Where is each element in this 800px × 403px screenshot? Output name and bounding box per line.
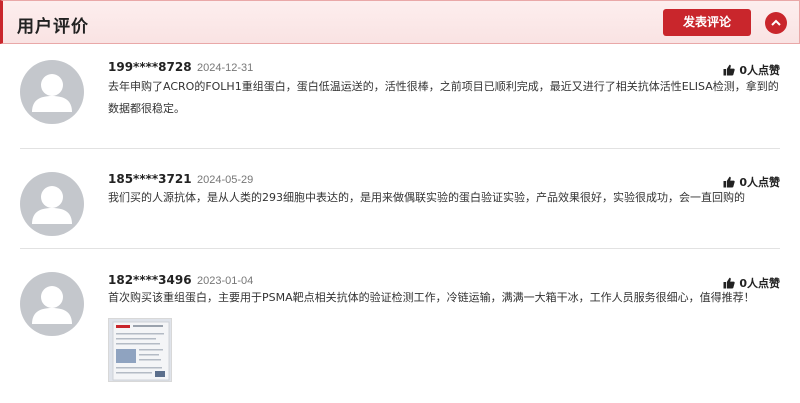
review-item: 182****3496 2023-01-04 0人点赞 首次购买该重组蛋白，主要…	[20, 249, 780, 403]
section-title: 用户评价	[17, 17, 89, 37]
avatar	[20, 172, 84, 236]
review-text: 首次购买该重组蛋白，主要用于PSMA靶点相关抗体的验证检测工作，冷链运输，满满一…	[108, 291, 755, 304]
avatar	[20, 60, 84, 124]
review-user: 182****3496	[108, 273, 192, 287]
user-silhouette-icon	[32, 286, 72, 324]
review-user: 199****8728	[108, 60, 192, 74]
review-date: 2023-01-04	[197, 275, 254, 287]
review-text: 去年申购了ACRO的FOLH1重组蛋白，蛋白低温运送的，活性很棒，之前项目已顺利…	[108, 80, 779, 115]
reviews-header: 用户评价 发表评论	[0, 0, 800, 44]
review-photo-thumbnail[interactable]	[108, 318, 172, 382]
user-silhouette-icon	[32, 186, 72, 224]
post-review-button[interactable]: 发表评论	[663, 9, 751, 36]
review-user: 185****3721	[108, 172, 192, 186]
review-item: 185****3721 2024-05-29 0人点赞 我们买的人源抗体，是从人…	[20, 149, 780, 249]
avatar	[20, 272, 84, 336]
user-silhouette-icon	[32, 74, 72, 112]
review-text: 我们买的人源抗体，是从人类的293细胞中表达的，是用来做偶联实验的蛋白验证实验，…	[108, 191, 745, 204]
product-photo-image	[109, 319, 171, 381]
review-item: 199****8728 2024-12-31 0人点赞 去年申购了ACRO的FO…	[20, 46, 780, 149]
review-date: 2024-05-29	[197, 174, 254, 186]
review-date: 2024-12-31	[197, 62, 254, 74]
collapse-button[interactable]	[765, 12, 787, 34]
thumbs-up-icon	[723, 64, 736, 76]
chevron-up-icon	[771, 19, 781, 26]
